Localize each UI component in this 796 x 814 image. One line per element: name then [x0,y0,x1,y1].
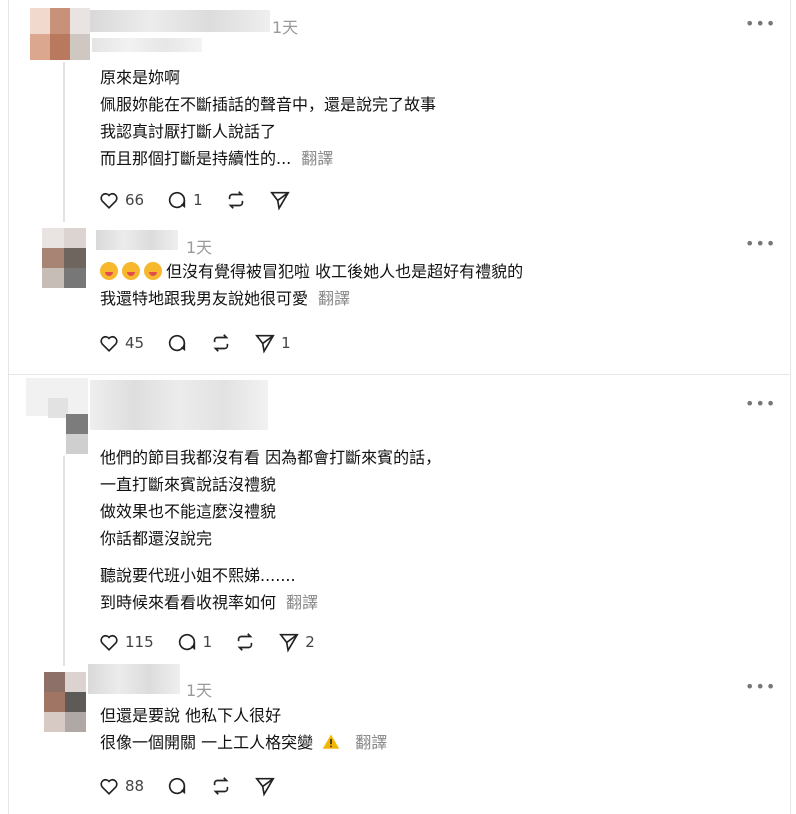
repost-button[interactable] [210,332,232,354]
reply-count: 1 [202,633,213,651]
more-options-button[interactable]: ••• [745,234,776,253]
comment-icon [169,777,186,795]
avatar[interactable] [26,378,88,454]
heart-icon [100,778,118,795]
action-bar: 66 1 [98,188,313,212]
emoji-icon [122,262,140,280]
comment-text: 原來是妳啊 佩服妳能在不斷插話的聲音中，還是說完了故事 我認真討厭打斷人說話了 … [100,68,437,168]
like-button[interactable]: 115 [98,631,154,653]
heart-icon [100,192,118,209]
translate-link[interactable]: 翻譯 [286,593,318,612]
share-button[interactable] [269,189,291,211]
translate-link[interactable]: 翻譯 [301,149,333,168]
like-button[interactable]: 88 [98,775,144,797]
avatar[interactable] [30,8,90,60]
emoji-icon [144,262,162,280]
avatar[interactable] [44,672,86,732]
warning-icon [322,734,340,749]
username-blurred[interactable] [90,10,270,32]
repost-icon [213,334,229,352]
comment-icon [178,633,195,651]
share-button[interactable] [254,775,276,797]
reply-button[interactable] [166,332,188,354]
username-blurred[interactable] [88,664,180,694]
repost-icon [213,777,229,795]
like-button[interactable]: 66 [98,189,144,211]
reply-button[interactable] [166,775,188,797]
repost-icon [228,191,244,209]
share-icon [255,777,275,797]
action-bar: 88 [98,774,298,798]
share-count: 2 [305,633,315,651]
frame-left-border [8,0,9,814]
like-button[interactable]: 45 [98,332,144,354]
action-bar: 115 1 2 [98,630,337,654]
share-button[interactable]: 2 [278,631,315,653]
frame-right-border [790,0,791,814]
share-icon [255,334,275,354]
translate-link[interactable]: 翻譯 [355,733,387,752]
emoji-icon [100,262,118,280]
username-blurred[interactable] [90,380,268,430]
more-options-button[interactable]: ••• [745,394,776,413]
thread-line [63,62,65,222]
like-count: 66 [125,191,145,209]
comment-icon [169,191,186,209]
share-button[interactable]: 1 [254,332,291,354]
reply-button[interactable]: 1 [176,631,213,653]
comment-icon [169,334,186,352]
timestamp: 1天 [186,238,213,257]
more-options-button[interactable]: ••• [745,677,776,696]
like-count: 45 [125,334,145,352]
username-blurred[interactable] [96,230,178,250]
comment-text: 他們的節目我都沒有看 因為都會打斷來賓的話， 一直打斷來賓說話沒禮貌 做效果也不… [100,448,442,612]
username-sub-blurred [92,38,202,52]
repost-button[interactable] [210,775,232,797]
timestamp: 1天 [272,18,299,37]
like-count: 88 [125,777,145,795]
comment-text: 但沒有覺得被冒犯啦 收工後她人也是超好有禮貌的 我還特地跟我男友說她很可愛 翻譯 [100,262,524,308]
translate-link[interactable]: 翻譯 [318,289,350,308]
separator [9,374,790,375]
avatar[interactable] [42,228,86,288]
reply-count: 1 [193,191,203,209]
repost-button[interactable] [225,189,247,211]
share-icon [269,191,290,211]
timestamp: 1天 [186,681,213,700]
reply-button[interactable]: 1 [166,189,203,211]
thread-line [63,456,65,666]
repost-icon [237,633,253,651]
like-count: 115 [125,633,154,651]
repost-button[interactable] [234,631,256,653]
share-count: 1 [281,334,291,352]
more-options-button[interactable]: ••• [745,14,776,33]
comment-text: 但還是要說 他私下人很好 很像一個開關 一上工人格突變 翻譯 [100,706,388,752]
heart-icon [100,634,118,651]
heart-icon [100,335,118,352]
share-icon [279,633,299,653]
action-bar: 45 1 [98,331,313,355]
